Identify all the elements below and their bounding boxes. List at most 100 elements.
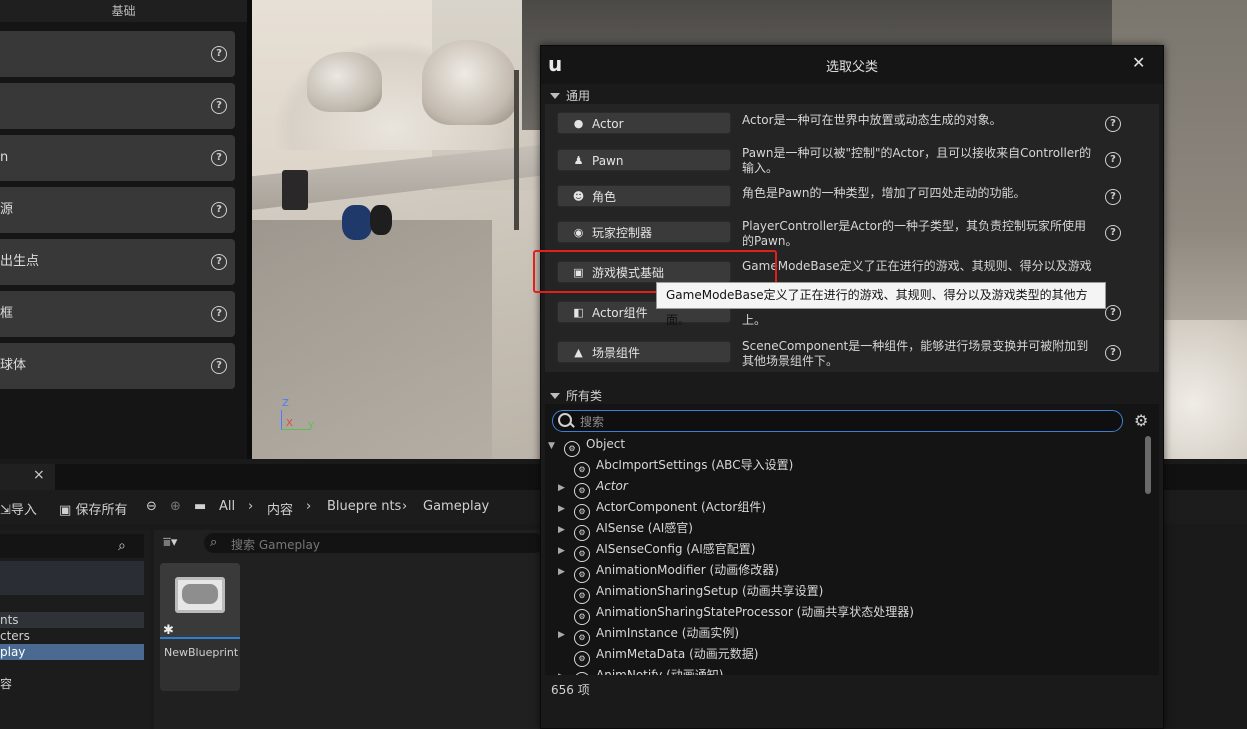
class-button-label: 角色 bbox=[592, 190, 617, 204]
class-tree-row[interactable]: ▼ ⚙ Object bbox=[548, 434, 626, 457]
pawn-icon: ♟ bbox=[573, 154, 584, 167]
filter-button[interactable]: ⩸▾ bbox=[163, 535, 177, 550]
asset-thumbnail: ✱ bbox=[160, 563, 240, 639]
class-tree-row[interactable]: ⚙ AnimationSharingStateProcessor (动画共享状态处… bbox=[558, 602, 914, 625]
expand-arrow-icon[interactable]: ▶ bbox=[558, 562, 574, 583]
class-tree-label: AnimationModifier (动画修改器) bbox=[596, 563, 779, 577]
help-icon[interactable]: ? bbox=[1105, 189, 1121, 205]
help-icon[interactable]: ? bbox=[1105, 116, 1121, 132]
help-icon[interactable]: ? bbox=[1105, 305, 1121, 321]
tree-item[interactable]: 容 bbox=[0, 676, 144, 692]
expand-arrow-icon[interactable]: ▶ bbox=[558, 520, 574, 541]
expand-arrow-icon[interactable]: ▶ bbox=[558, 541, 574, 562]
class-tree-label: Actor bbox=[596, 479, 628, 493]
gamepad-icon bbox=[182, 584, 218, 604]
place-item-label: 源 bbox=[0, 202, 14, 217]
common-section-header[interactable]: 通用 bbox=[550, 87, 590, 104]
class-search-input[interactable] bbox=[552, 410, 1123, 432]
search-icon[interactable]: ⌕ bbox=[118, 538, 126, 554]
scene-machine bbox=[282, 170, 308, 210]
class-tree-row[interactable]: ▶ ⚙ Actor bbox=[558, 476, 628, 499]
class-tree-row[interactable]: ▶ ⚙ AISense (AI感官) bbox=[558, 518, 693, 541]
help-icon[interactable]: ? bbox=[1105, 225, 1121, 241]
class-tree-label: AnimNotify (动画通知) bbox=[596, 668, 724, 675]
class-button-character[interactable]: ☻ 角色 bbox=[557, 185, 731, 207]
class-tree-row[interactable]: ▶ ⚙ AnimInstance (动画实例) bbox=[558, 623, 739, 646]
all-classes-section-header[interactable]: 所有类 bbox=[550, 387, 602, 404]
search-icon: ⌕ bbox=[210, 535, 218, 550]
help-icon[interactable]: ? bbox=[211, 358, 227, 374]
class-tree-row[interactable]: ▶ ⚙ AnimationModifier (动画修改器) bbox=[558, 560, 779, 583]
asset-search-placeholder: 搜索 Gameplay bbox=[231, 538, 320, 552]
gamepad-icon: ◉ bbox=[573, 226, 584, 239]
import-icon: ⇲ bbox=[0, 503, 11, 518]
class-description: 角色是Pawn的一种类型，增加了可四处走动的功能。 bbox=[742, 186, 1026, 200]
help-icon[interactable]: ? bbox=[211, 46, 227, 62]
class-tree-label: AnimationSharingSetup (动画共享设置) bbox=[596, 584, 824, 598]
common-section-label: 通用 bbox=[566, 89, 591, 103]
tree-item[interactable]: cters bbox=[0, 628, 144, 644]
class-tree-row[interactable]: ▶⚙ AnimNotify (动画通知) bbox=[558, 665, 724, 675]
close-icon[interactable]: ✕ bbox=[1132, 53, 1145, 72]
place-item-1[interactable]: ? bbox=[0, 31, 235, 77]
tree-item-selected[interactable]: play bbox=[0, 644, 144, 660]
class-description: PlayerController是Actor的一种子类型，其负责控制玩家所使用的… bbox=[742, 219, 1086, 248]
gear-icon[interactable]: ⚙ bbox=[1134, 411, 1148, 430]
expand-arrow-icon[interactable]: ▶ bbox=[558, 499, 574, 520]
class-tree-label: Object bbox=[586, 437, 626, 451]
tree-item[interactable]: nts bbox=[0, 612, 144, 628]
item-count: 656 项 bbox=[551, 683, 590, 697]
expand-arrow-icon[interactable]: ▶ bbox=[558, 478, 574, 499]
save-all-button[interactable]: ▣ 保存所有 bbox=[59, 499, 127, 518]
breadcrumb-gameplay[interactable]: Gameplay bbox=[423, 499, 489, 514]
expand-arrow-icon[interactable]: ▶ bbox=[558, 667, 574, 675]
class-button-actor[interactable]: ● Actor bbox=[557, 112, 731, 134]
axis-x-label: X bbox=[286, 418, 293, 429]
class-button-player-controller[interactable]: ◉ 玩家控制器 bbox=[557, 221, 731, 243]
modified-star-icon: ✱ bbox=[163, 623, 174, 638]
help-icon[interactable]: ? bbox=[211, 202, 227, 218]
help-icon[interactable]: ? bbox=[1105, 152, 1121, 168]
help-icon[interactable]: ? bbox=[211, 98, 227, 114]
close-icon[interactable]: × bbox=[33, 467, 45, 483]
class-tree-row[interactable]: ▶ ⚙ ActorComponent (Actor组件) bbox=[558, 497, 766, 520]
folder-icon: ▬ bbox=[194, 499, 207, 514]
help-icon[interactable]: ? bbox=[211, 150, 227, 166]
collapse-arrow-icon[interactable]: ▼ bbox=[548, 436, 564, 457]
class-button-pawn[interactable]: ♟ Pawn bbox=[557, 149, 731, 171]
actor-icon: ● bbox=[573, 117, 584, 130]
forward-button[interactable]: ⊕ bbox=[170, 499, 181, 514]
place-item-3[interactable]: n? bbox=[0, 135, 235, 181]
tree-highlight bbox=[0, 561, 144, 595]
place-item-7[interactable]: 球体? bbox=[0, 343, 235, 389]
class-button-label: Pawn bbox=[592, 154, 624, 168]
class-button-label: Actor组件 bbox=[592, 306, 648, 320]
help-icon[interactable]: ? bbox=[211, 254, 227, 270]
scrollbar[interactable] bbox=[1145, 436, 1151, 494]
class-icon: ⚙ bbox=[574, 672, 590, 675]
place-item-2[interactable]: ? bbox=[0, 83, 235, 129]
content-browser-tab[interactable] bbox=[0, 464, 55, 490]
class-search-placeholder: 搜索 bbox=[580, 415, 605, 429]
place-item-6[interactable]: 框? bbox=[0, 291, 235, 337]
expand-arrow-icon[interactable]: ▶ bbox=[558, 625, 574, 646]
place-item-4[interactable]: 源? bbox=[0, 187, 235, 233]
class-tree-label: AnimMetaData (动画元数据) bbox=[596, 647, 759, 661]
asset-name: NewBlueprint bbox=[164, 646, 239, 659]
help-icon[interactable]: ? bbox=[1105, 345, 1121, 361]
class-tree-row[interactable]: ⚙ AnimationSharingSetup (动画共享设置) bbox=[558, 581, 824, 604]
back-button[interactable]: ⊖ bbox=[146, 499, 157, 514]
help-icon[interactable]: ? bbox=[211, 306, 227, 322]
breadcrumb-all[interactable]: All bbox=[219, 499, 235, 514]
character-icon: ☻ bbox=[572, 190, 585, 203]
place-item-5[interactable]: 出生点? bbox=[0, 239, 235, 285]
breadcrumb-content[interactable]: 内容 bbox=[267, 499, 293, 518]
scene-bag bbox=[342, 205, 372, 240]
class-button-scene-component[interactable]: ▲ 场景组件 bbox=[557, 341, 731, 363]
import-button[interactable]: ⇲导入 bbox=[0, 499, 37, 518]
class-tree-row[interactable]: ▶ ⚙ AISenseConfig (AI感官配置) bbox=[558, 539, 755, 562]
breadcrumb-blueprints[interactable]: Bluepre nts bbox=[327, 499, 401, 514]
class-tree-row[interactable]: ⚙ AnimMetaData (动画元数据) bbox=[558, 644, 759, 667]
class-button-label: 场景组件 bbox=[592, 346, 641, 360]
class-tree-row[interactable]: ⚙ AbcImportSettings (ABC导入设置) bbox=[558, 455, 793, 478]
